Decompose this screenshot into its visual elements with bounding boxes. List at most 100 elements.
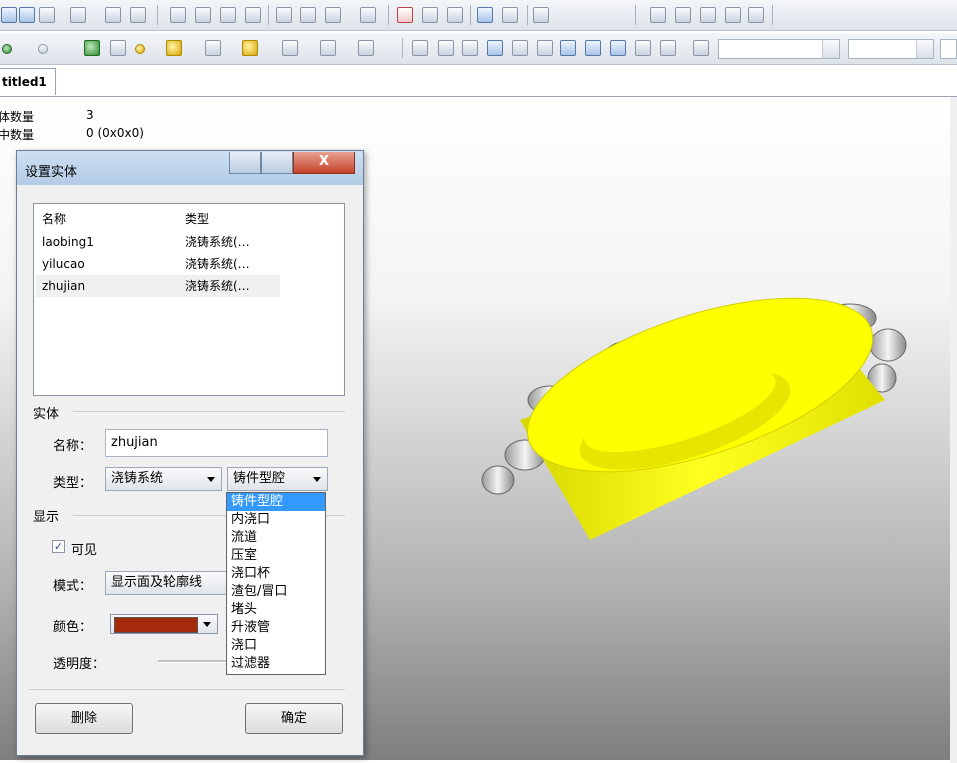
name-input[interactable]: zhujian	[105, 429, 328, 457]
name-label: 名称：	[53, 439, 93, 454]
split-view-icon[interactable]	[19, 7, 35, 23]
target-icon[interactable]	[397, 7, 413, 23]
document-tab-bar: titled1	[0, 65, 957, 97]
tool8-icon[interactable]	[585, 40, 601, 56]
axis2-icon[interactable]	[502, 7, 518, 23]
subtype-dropdown-list: 铸件型腔 内浇口 流道 压室 浇口杯 渣包/冒口 堵头 升液管 浇口 过滤器	[226, 492, 326, 675]
option-plug[interactable]: 堵头	[227, 601, 325, 619]
table-icon[interactable]	[276, 7, 292, 23]
yellow-ring	[520, 297, 885, 540]
solid-icon[interactable]	[84, 40, 100, 56]
tab-untitled1[interactable]: titled1	[0, 68, 56, 95]
tool10-icon[interactable]	[635, 40, 651, 56]
box-icon[interactable]	[447, 7, 463, 23]
wire-icon[interactable]	[110, 40, 126, 56]
header-name[interactable]: 名称	[42, 208, 66, 230]
tool6-icon[interactable]	[537, 40, 553, 56]
list-item-selected[interactable]: zhujian 浇铸系统(…	[36, 275, 280, 297]
chevron-down-icon	[203, 622, 211, 627]
refresh-icon[interactable]	[130, 7, 146, 23]
tool1-icon[interactable]	[412, 40, 428, 56]
move-icon[interactable]	[360, 7, 376, 23]
header-type[interactable]: 类型	[185, 208, 209, 230]
window-icon[interactable]	[39, 7, 55, 23]
shape-toolbar	[0, 33, 957, 65]
option-runner[interactable]: 流道	[227, 529, 325, 547]
visible-label: 可见	[71, 543, 98, 558]
tool2-icon[interactable]	[438, 40, 454, 56]
option-chamber[interactable]: 压室	[227, 547, 325, 565]
spin-input-1[interactable]	[718, 39, 840, 59]
mode-select[interactable]: 显示面及轮廓线	[105, 571, 229, 595]
frame-icon[interactable]	[422, 7, 438, 23]
viewport-right-edge	[950, 97, 957, 763]
tool4-icon[interactable]	[487, 40, 503, 56]
subtype-select[interactable]: 铸件型腔	[227, 467, 328, 491]
color-picker[interactable]	[110, 614, 218, 634]
mesh-icon[interactable]	[358, 40, 374, 56]
display-group-label: 显示	[33, 510, 60, 525]
maximize-button[interactable]	[261, 152, 293, 174]
casting-3d-model[interactable]	[470, 290, 910, 550]
tool11-icon[interactable]	[660, 40, 676, 56]
option-riser-tube[interactable]: 升液管	[227, 619, 325, 637]
type-label: 类型：	[53, 476, 93, 491]
tool12-icon[interactable]	[693, 40, 709, 56]
table2-icon[interactable]	[300, 7, 316, 23]
fit-view-icon[interactable]	[105, 7, 121, 23]
entity-list[interactable]: 名称 类型 laobing1 浇铸系统(… yilucao 浇铸系统(… zhu…	[33, 203, 345, 396]
close-button[interactable]: X	[293, 152, 355, 174]
option-filter[interactable]: 过滤器	[227, 655, 325, 673]
option-pouring-cup[interactable]: 浇口杯	[227, 565, 325, 583]
list-header: 名称 类型	[36, 208, 280, 230]
edit-icon[interactable]	[325, 7, 341, 23]
transparency-slider[interactable]	[158, 660, 228, 663]
dialog-titlebar[interactable]: 设置实体 X	[17, 151, 363, 185]
mode-label: 模式：	[53, 579, 93, 594]
cube-icon[interactable]	[166, 40, 182, 56]
spin-input-2[interactable]	[848, 39, 934, 59]
option-casting-cavity[interactable]: 铸件型腔	[227, 493, 325, 511]
copy-icon[interactable]	[220, 7, 236, 23]
info-value-1: 3	[86, 108, 94, 122]
delete-button[interactable]: 删除	[35, 703, 133, 734]
color-label: 颜色：	[53, 620, 93, 635]
line-icon[interactable]	[675, 7, 691, 23]
record-icon[interactable]	[533, 7, 549, 23]
paste-icon[interactable]	[245, 7, 261, 23]
angle-icon[interactable]	[725, 7, 741, 23]
torus-icon[interactable]	[282, 40, 298, 56]
line2-icon[interactable]	[700, 7, 716, 23]
ok-button[interactable]: 确定	[245, 703, 343, 734]
grid-icon[interactable]	[195, 7, 211, 23]
visible-checkbox[interactable]: ✓	[52, 540, 65, 553]
pipe-icon[interactable]	[320, 40, 336, 56]
select-icon[interactable]	[170, 7, 186, 23]
chevron-down-icon	[313, 477, 321, 482]
type-select[interactable]: 浇铸系统	[105, 467, 222, 491]
layout-icon[interactable]	[1, 7, 17, 23]
tool7-icon[interactable]	[560, 40, 576, 56]
spin-input-3[interactable]	[940, 39, 957, 59]
single-view-icon[interactable]	[70, 7, 86, 23]
cube-green-icon[interactable]	[2, 44, 12, 54]
cylinder-icon[interactable]	[205, 40, 221, 56]
dialog-title: 设置实体	[25, 165, 78, 180]
option-overflow-riser[interactable]: 渣包/冒口	[227, 583, 325, 601]
cone-icon[interactable]	[242, 40, 258, 56]
lightning-icon[interactable]	[135, 44, 145, 54]
arrow-icon[interactable]	[38, 44, 48, 54]
main-toolbar	[0, 0, 957, 31]
list-item[interactable]: laobing1 浇铸系统(…	[36, 231, 280, 253]
axis-icon[interactable]	[477, 7, 493, 23]
list-item[interactable]: yilucao 浇铸系统(…	[36, 253, 280, 275]
tool3-icon[interactable]	[462, 40, 478, 56]
measure-icon[interactable]	[748, 7, 764, 23]
option-ingate[interactable]: 内浇口	[227, 511, 325, 529]
option-gate[interactable]: 浇口	[227, 637, 325, 655]
point-icon[interactable]	[650, 7, 666, 23]
chevron-down-icon	[207, 477, 215, 482]
tool5-icon[interactable]	[512, 40, 528, 56]
tool9-icon[interactable]	[610, 40, 626, 56]
minimize-button[interactable]	[229, 152, 261, 174]
